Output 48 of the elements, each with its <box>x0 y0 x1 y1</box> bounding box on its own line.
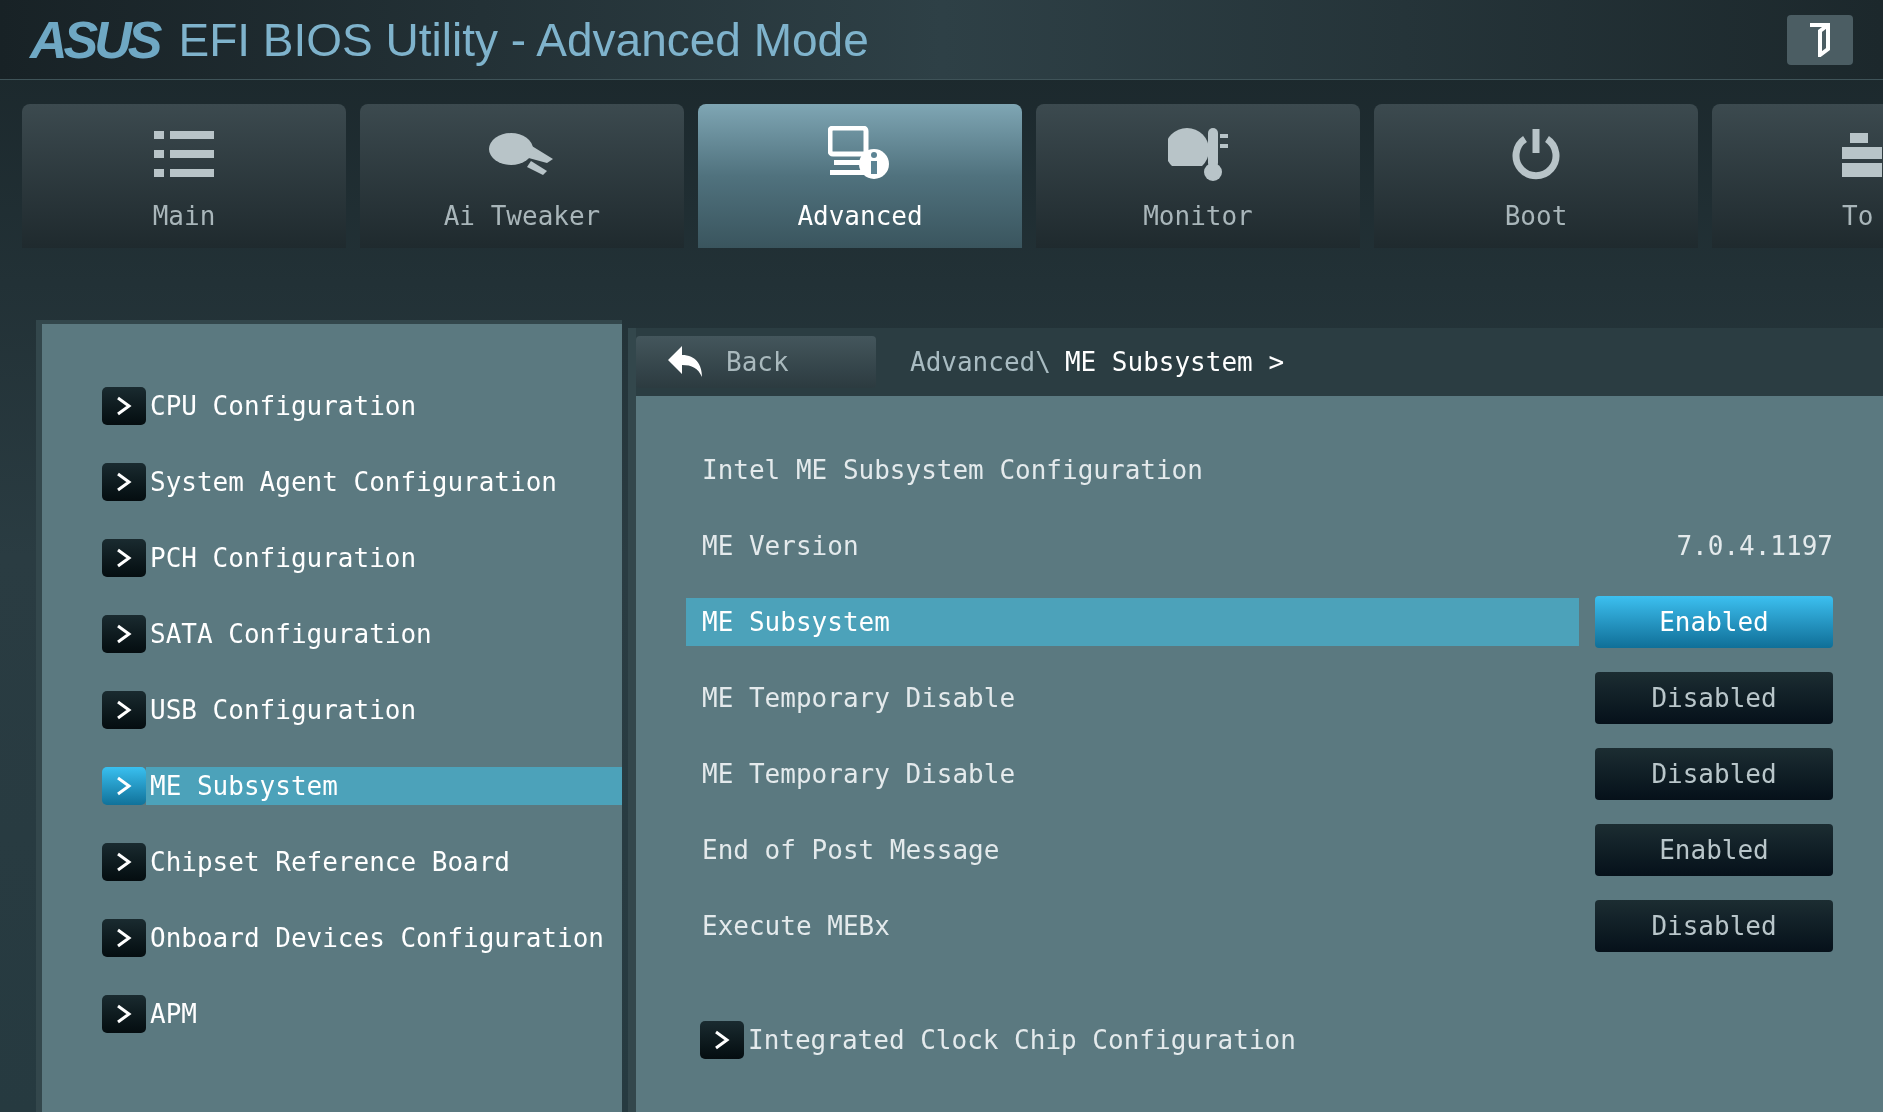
tab[interactable]: Ai Tweaker <box>360 104 684 248</box>
gauge-thermometer-icon <box>1168 126 1228 182</box>
tab[interactable]: Boot <box>1374 104 1698 248</box>
setting-label: ME Version <box>702 529 860 563</box>
submenu-item[interactable]: Integrated Clock Chip Configuration <box>686 1002 1833 1078</box>
sidebar-item[interactable]: Chipset Reference Board <box>42 824 622 900</box>
sidebar-item[interactable]: ME Subsystem <box>42 748 622 824</box>
chevron-icon <box>102 387 146 425</box>
chevron-icon <box>102 539 146 577</box>
sidebar-item[interactable]: SATA Configuration <box>42 596 622 672</box>
setting-row[interactable]: End of Post Message <box>686 826 1579 874</box>
monitor-info-icon <box>828 126 892 182</box>
toolbox-icon <box>1842 131 1882 177</box>
sidebar-item[interactable]: APM <box>42 976 622 1052</box>
tab[interactable]: Main <box>22 104 346 248</box>
sidebar-item[interactable]: CPU Configuration <box>42 368 622 444</box>
section-heading: Intel ME Subsystem Configuration <box>702 453 1203 487</box>
value-button[interactable]: Disabled <box>1595 900 1833 952</box>
value-button[interactable]: Disabled <box>1595 748 1833 800</box>
setting-row[interactable]: ME Temporary Disable <box>686 750 1579 798</box>
sidebar-item[interactable]: USB Configuration <box>42 672 622 748</box>
value-button[interactable]: Disabled <box>1595 672 1833 724</box>
chevron-icon <box>102 843 146 881</box>
chevron-icon <box>102 919 146 957</box>
value-button[interactable]: Enabled <box>1595 596 1833 648</box>
value-button[interactable]: Enabled <box>1595 824 1833 876</box>
sidebar-item[interactable]: System Agent Configuration <box>42 444 622 520</box>
chevron-icon <box>102 615 146 653</box>
sidebar-item[interactable]: PCH Configuration <box>42 520 622 596</box>
tab[interactable]: To <box>1712 104 1883 248</box>
setting-value: 7.0.4.1197 <box>1676 529 1833 563</box>
breadcrumb-current: ME Subsystem > <box>1064 345 1285 379</box>
exit-button[interactable] <box>1787 14 1853 65</box>
setting-row[interactable]: ME Temporary Disable <box>686 674 1579 722</box>
chevron-icon <box>102 463 146 501</box>
tab[interactable]: Monitor <box>1036 104 1360 248</box>
chevron-icon <box>102 995 146 1033</box>
chevron-icon <box>102 691 146 729</box>
tab[interactable]: Advanced <box>698 104 1022 248</box>
list-icon <box>154 131 214 177</box>
chevron-icon <box>700 1021 744 1059</box>
exit-icon <box>1807 22 1833 57</box>
sidebar-item[interactable]: Onboard Devices Configuration <box>42 900 622 976</box>
breadcrumb-parent[interactable]: Advanced\ <box>910 342 1051 382</box>
setting-row[interactable]: Execute MEBx <box>686 902 1579 950</box>
setting-row[interactable]: ME Subsystem <box>686 598 1579 646</box>
brand-logo: ASUS <box>30 13 159 66</box>
chevron-icon <box>102 767 146 805</box>
